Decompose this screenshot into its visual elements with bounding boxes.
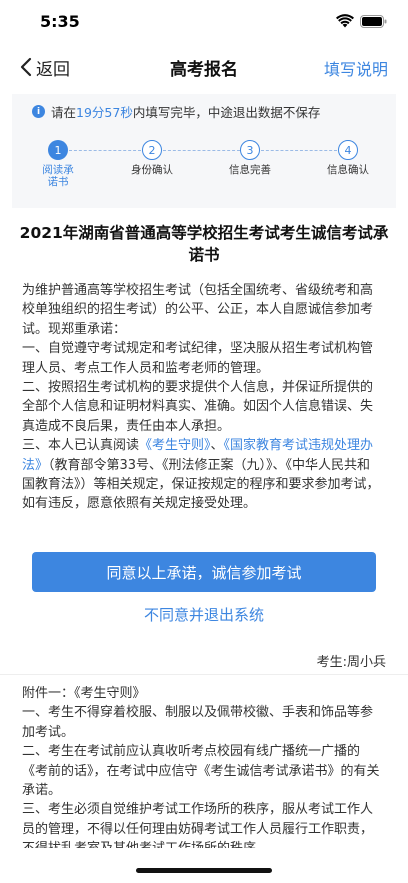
time-notice: i 请在 19分57秒 内填写完毕，中途退出数据不保存 bbox=[32, 102, 320, 121]
notice-prefix: 请在 bbox=[51, 105, 77, 120]
appendix-section[interactable]: 附件一：《考生守则》 一、考生不得穿着校服、制服以及佩带校徽、手表和饰品等参加考… bbox=[22, 684, 380, 848]
pledge-title: 2021年湖南省普通高等学校招生考试考生诚信考试承诺书 bbox=[19, 224, 389, 264]
home-indicator bbox=[136, 868, 272, 873]
step-4: 4 信息确认 bbox=[318, 140, 378, 176]
help-link[interactable]: 填写说明 bbox=[324, 56, 388, 80]
step-2-number: 2 bbox=[142, 140, 162, 160]
agree-button[interactable]: 同意以上承诺，诚信参加考试 bbox=[32, 552, 376, 592]
pledge-item-3-prefix: 三、本人已认真阅读 bbox=[22, 438, 140, 454]
pledge-item-1: 一、自觉遵守考试规定和考试纪律，坚决服从招生考试机构管理人员、考点工作人员和监考… bbox=[22, 341, 374, 376]
pledge-item-3: 三、本人已认真阅读《考生守则》、《国家教育考试违规处理办法》（教育部令第33号、… bbox=[22, 436, 380, 514]
notice-time-left: 19分57秒 bbox=[76, 105, 133, 120]
nav-bar: 返回 高考报名 填写说明 bbox=[0, 44, 408, 90]
appendix-item-2: 二、考生在考试前应认真收听考点校园有线广播统一广播的《考前的话》，在考试中应信守… bbox=[22, 744, 380, 799]
pledge-intro: 为维护普通高等学校招生考试（包括全国统考、省级统考和高校单独组织的招生考试）的公… bbox=[22, 283, 374, 337]
appendix-heading: 附件一：《考生守则》 bbox=[22, 686, 146, 701]
step-1-number: 1 bbox=[48, 140, 68, 160]
wifi-icon bbox=[336, 14, 354, 28]
notice-suffix: 内填写完毕，中途退出数据不保存 bbox=[132, 105, 321, 120]
step-3-number: 3 bbox=[240, 140, 260, 160]
battery-icon bbox=[360, 15, 387, 28]
status-time: 5:35 bbox=[40, 12, 80, 31]
pledge-item-3-sep: 、 bbox=[210, 438, 224, 454]
decline-button[interactable]: 不同意并退出系统 bbox=[0, 604, 408, 625]
step-2: 2 身份确认 bbox=[122, 140, 182, 176]
step-1-label: 阅读承诺书 bbox=[42, 164, 74, 188]
status-bar: 5:35 bbox=[0, 0, 408, 44]
pledge-body: 为维护普通高等学校招生考试（包括全国统考、省级统考和高校单独组织的招生考试）的公… bbox=[22, 281, 380, 514]
divider bbox=[0, 674, 408, 675]
progress-card: i 请在 19分57秒 内填写完毕，中途退出数据不保存 1 阅读承诺书 2 身份… bbox=[12, 94, 396, 208]
exam-rules-link[interactable]: 《考生守则》 bbox=[139, 438, 211, 453]
appendix-item-3: 三、考生必须自觉维护考试工作场所的秩序，服从考试工作人员的管理，不得以任何理由妨… bbox=[22, 802, 374, 848]
step-3-label: 信息完善 bbox=[229, 164, 271, 176]
step-indicator: 1 阅读承诺书 2 身份确认 3 信息完善 4 信息确认 bbox=[12, 140, 396, 200]
appendix-item-1: 一、考生不得穿着校服、制服以及佩带校徽、手表和饰品等参加考试。 bbox=[22, 705, 374, 740]
step-4-number: 4 bbox=[338, 140, 358, 160]
pledge-item-3-suffix: （教育部令第33号、《刑法修正案（九）》、《中华人民共和国教育法》）等相关规定，… bbox=[22, 457, 380, 512]
step-4-label: 信息确认 bbox=[327, 164, 369, 176]
step-2-label: 身份确认 bbox=[131, 164, 173, 176]
pledge-item-2: 二、按照招生考试机构的要求提供个人信息，并保证所提供的全部个人信息和证明材料真实… bbox=[22, 380, 374, 434]
info-icon: i bbox=[32, 105, 45, 118]
candidate-signature: 考生:周小兵 bbox=[316, 655, 386, 670]
step-3: 3 信息完善 bbox=[220, 140, 280, 176]
step-1: 1 阅读承诺书 bbox=[28, 140, 88, 188]
